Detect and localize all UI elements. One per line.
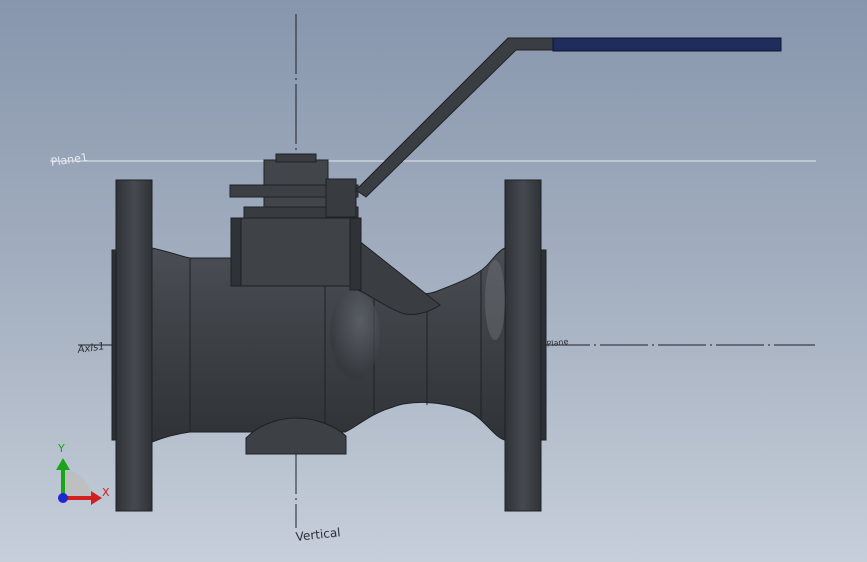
bonnet-block[interactable]	[230, 217, 362, 287]
waist-highlight	[485, 260, 505, 340]
lock-block[interactable]	[325, 178, 357, 218]
triad-arc	[63, 470, 91, 498]
left-flange-face[interactable]	[111, 249, 117, 441]
stem-cap[interactable]	[275, 153, 317, 163]
handle-grip[interactable]	[552, 37, 782, 52]
triad-x-label: X	[102, 486, 110, 499]
right-flange-face[interactable]	[540, 249, 547, 441]
handle-lever[interactable]	[355, 37, 556, 198]
bonnet-side	[349, 217, 362, 291]
right-flange[interactable]	[504, 179, 542, 512]
z-axis-dot	[58, 493, 68, 503]
model-canvas[interactable]	[0, 0, 867, 562]
triad-y-label: Y	[58, 442, 65, 455]
bonnet-side	[230, 217, 242, 287]
left-flange[interactable]	[115, 179, 153, 512]
y-axis-arrowhead	[56, 458, 70, 470]
graphics-viewport[interactable]: Plane1 Axis1 Plane Vertical Y X	[0, 0, 867, 562]
waist-highlight	[330, 290, 380, 380]
x-axis-arrowhead	[91, 491, 102, 505]
coordinate-triad	[56, 458, 102, 505]
